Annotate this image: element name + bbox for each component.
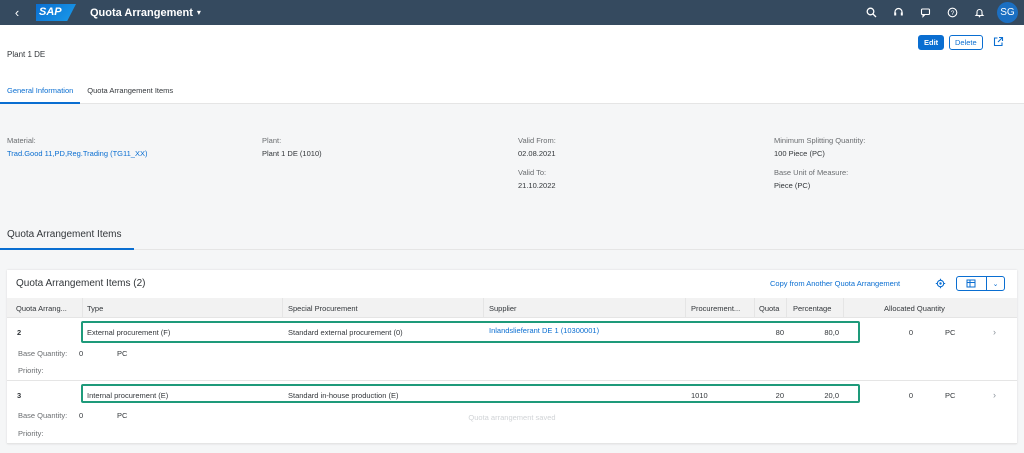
priority-label: Priority: [18,429,44,438]
valid-from-value: 02.08.2021 [518,149,556,158]
gear-icon[interactable] [935,278,946,292]
row-unit: PC [945,391,956,400]
valid-to-value: 21.10.2022 [518,181,556,190]
chevron-down-icon[interactable]: ▾ [197,8,201,17]
col-quota-arrangement[interactable]: Quota Arrang... [16,304,67,313]
base-quantity-value: 0 [79,411,84,420]
headset-icon[interactable] [885,0,912,25]
material-link[interactable]: Trad.Good 11,PD,Reg.Trading (TG11_XX) [7,149,147,158]
base-quantity-unit: PC [117,411,128,420]
tab-quota-arrangement-items[interactable]: Quota Arrangement Items [80,81,180,104]
highlight-box [81,321,860,343]
bell-icon[interactable] [966,0,993,25]
avatar[interactable]: SG [997,2,1018,23]
col-procurement[interactable]: Procurement... [691,304,740,313]
col-supplier[interactable]: Supplier [489,304,517,313]
base-uom-value: Piece (PC) [774,181,811,190]
valid-to-label: Valid To: [518,168,547,177]
section-underline [0,248,134,250]
tab-general-information[interactable]: General Information [0,81,81,104]
sap-logo[interactable]: SAP [36,4,76,21]
spreadsheet-icon[interactable] [957,277,987,290]
share-icon[interactable] [993,36,1004,50]
min-split-value: 100 Piece (PC) [774,149,825,158]
row-allocated: 0 [908,328,913,337]
plant-label: Plant: [262,136,282,145]
page-title: Plant 1 DE [7,50,46,59]
col-percentage[interactable]: Percentage [793,304,831,313]
plant-value: Plant 1 DE (1010) [262,149,322,158]
material-label: Material: [7,136,36,145]
base-quantity-unit: PC [117,349,128,358]
col-allocated-quantity[interactable]: Allocated Quantity [884,304,945,313]
base-quantity-label: Base Quantity: [18,411,68,420]
section-heading: Quota Arrangement Items [7,229,122,240]
col-quota[interactable]: Quota [759,304,779,313]
feedback-icon[interactable] [912,0,939,25]
app-title[interactable]: Quota Arrangement [90,7,193,19]
chevron-right-icon[interactable]: › [993,327,996,337]
valid-from-label: Valid From: [518,136,556,145]
row-unit: PC [945,328,956,337]
col-type[interactable]: Type [87,304,103,313]
help-icon[interactable]: ? [939,0,966,25]
message-toast: Quota arrangement saved [447,403,577,431]
row-number: 3 [17,391,22,400]
back-icon[interactable]: ‹ [6,5,28,20]
delete-button[interactable]: Delete [949,35,983,50]
tab-bar: General Information Quota Arrangement It… [0,81,180,104]
search-icon[interactable] [858,0,885,25]
highlight-box [81,384,860,403]
edit-button[interactable]: Edit [918,35,945,50]
chevron-right-icon[interactable]: › [993,390,996,400]
col-special-procurement[interactable]: Special Procurement [288,304,358,313]
chevron-down-icon[interactable]: ⌄ [987,277,1004,290]
base-quantity-label: Base Quantity: [18,349,68,358]
table-header: Quota Arrang... Type Special Procurement… [7,298,1017,318]
copy-from-another-button[interactable]: Copy from Another Quota Arrangement [770,279,900,288]
row-number: 2 [17,328,22,337]
export-button[interactable]: ⌄ [956,276,1005,291]
shell-bar: ‹ SAP Quota Arrangement ▾ ? SG [0,0,1024,25]
base-uom-label: Base Unit of Measure: [774,168,849,177]
svg-text:?: ? [951,10,955,17]
table-title: Quota Arrangement Items (2) [16,278,146,289]
row-allocated: 0 [908,391,913,400]
min-split-label: Minimum Splitting Quantity: [774,136,866,145]
section-divider [0,249,1024,250]
priority-label: Priority: [18,366,44,375]
base-quantity-value: 0 [79,349,84,358]
object-header: Plant 1 DE Edit Delete General Informati… [0,25,1024,104]
